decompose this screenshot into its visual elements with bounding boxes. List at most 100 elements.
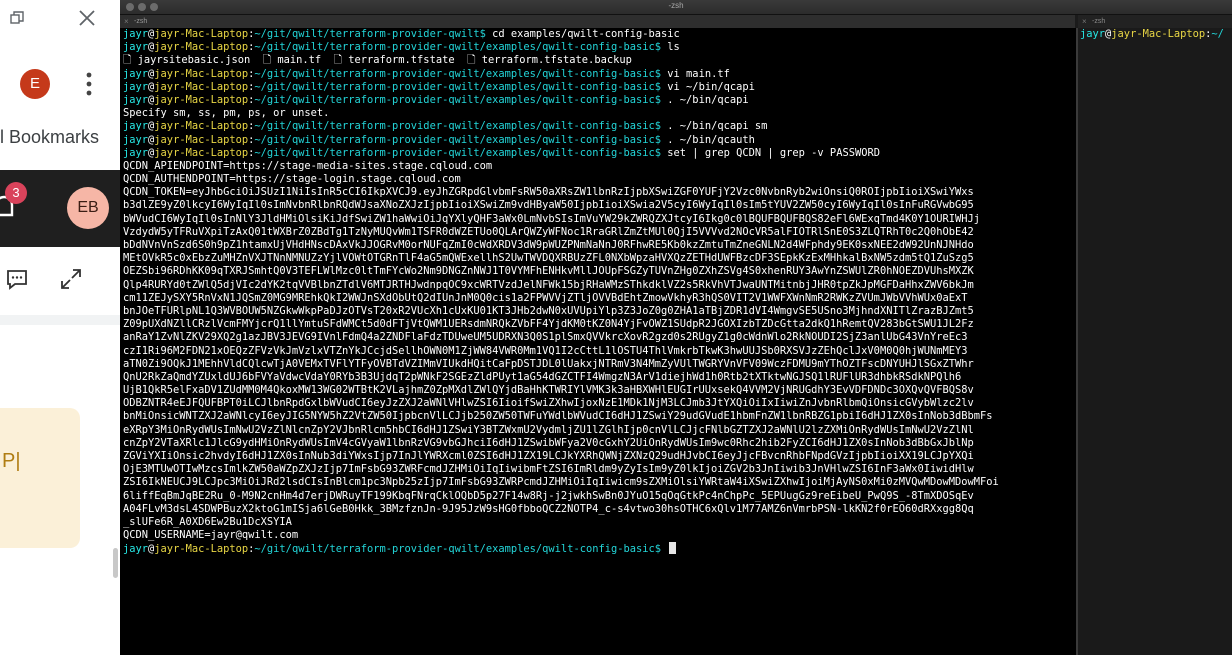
terminal-output-line: Specify sm, ss, pm, ps, or unset. (123, 107, 330, 120)
terminal-output-line: QCDN_TOKEN=eyJhbGciOiJSUzI1NiIsInR5cCI6I… (123, 186, 974, 199)
prompt-command: cd examples/qwilt-config-basic (485, 28, 680, 40)
prompt-user: jayr (1080, 28, 1106, 40)
terminal-output-line: anRaY1ZvNlZKV29XQ2g1azJBV3JEVG9IVnlFdmQ4… (123, 331, 968, 344)
prompt-path: ~/git/qwilt/terraform-provider-qwilt/exa… (254, 133, 662, 146)
terminal-pane-secondary[interactable]: jayr@jayr-Mac-Laptop:~/ (1078, 28, 1232, 655)
terminal-output-line: eXRpY3MiOnRydWUsImNwU2VzZlNlcnZpY2VJbnRl… (123, 423, 974, 436)
section-divider (0, 315, 120, 325)
terminal-cursor (669, 542, 677, 555)
terminal-prompt-line: jayr@jayr-Mac-Laptop:~/git/qwilt/terrafo… (123, 94, 1075, 107)
terminal-window: -zsh × -zsh × -zsh jayr@jayr-Mac-Laptop:… (120, 0, 1232, 655)
terminal-output-line: bnMiOnsicWNTZXJ2aWNlcyI6eyJIG5NYW5hZ2VtZ… (123, 410, 993, 423)
prompt-user: jayr (123, 133, 149, 146)
prompt-user: jayr (123, 80, 149, 93)
terminal-title: -zsh (668, 1, 684, 10)
prompt-path: ~/git/qwilt/terraform-provider-qwilt/exa… (254, 80, 662, 93)
prompt-user: jayr (123, 543, 149, 556)
prompt-path: ~/git/qwilt/terraform-provider-qwilt/exa… (254, 93, 662, 106)
terminal-output-line: bnJOeTFURlpNL1Q3WVBOUW5NZGkwWkpPaDJzOTVs… (123, 304, 974, 317)
terminal-output-line: OEZSbi96RDhKK09qTXRJSmhtQ0V3TEFLWlMzc0lt… (123, 265, 974, 278)
terminal-output-line: b3dlZE9yZ0lkcyI6WyIqIl0sImNvbnRlbnRQdWJs… (123, 199, 974, 212)
terminal-output-line: ZGViYXIiOnsic2hvdyI6dHJ1ZX0sInNub3diYWxs… (123, 450, 974, 462)
terminal-prompt-line: jayr@jayr-Mac-Laptop:~/ (1078, 28, 1232, 41)
terminal-output-line: 6liffEqBmJqBE2Ru_0-M9N2cnHm4d7erjDWRuyTF… (123, 489, 974, 502)
browser-window-fragment: E ll Bookmarks 3 EB P| (0, 0, 120, 655)
prompt-host: jayr-Mac-Laptop (154, 93, 249, 106)
terminal-prompt-line: jayr@jayr-Mac-Laptop:~/git/qwilt/terrafo… (123, 134, 1075, 147)
terminal-output-line: QCDN_AUTHENDPOINT=https://stage-login.st… (123, 173, 461, 186)
terminal-prompt-line: jayr@jayr-Mac-Laptop:~/git/qwilt/terrafo… (123, 68, 1075, 81)
prompt-user: jayr (123, 67, 149, 80)
terminal-tab[interactable]: × -zsh (120, 15, 1075, 28)
terminal-output-line: _slUFe6R_A0XD6Ew2Bu1DcXSYIA (123, 515, 292, 528)
close-icon[interactable] (78, 9, 96, 27)
terminal-prompt-line: jayr@jayr-Mac-Laptop:~/git/qwilt/terrafo… (123, 120, 1075, 133)
all-bookmarks-link[interactable]: ll Bookmarks (0, 127, 99, 148)
prompt-command: vi main.tf (661, 67, 730, 80)
terminal-titlebar: -zsh (120, 0, 1232, 15)
prompt-command: set | grep QCDN | grep -v PASSWORD (661, 146, 880, 159)
terminal-output-line: QnU2RkZaQmdYZUxldUJ6bFVYaVdwcVdaY0RYb3B3… (123, 370, 962, 383)
terminal-prompt-line: jayr@jayr-Mac-Laptop:~/git/qwilt/terrafo… (123, 147, 1075, 160)
restore-window-icon[interactable] (10, 11, 24, 25)
prompt-path: ~/git/qwilt/terraform-provider-qwilt$ (254, 28, 486, 40)
terminal-output-line: czI1Ri96M2FDN21xOEQzZFVzVkJmVzlxVTZnYkJC… (123, 344, 968, 357)
terminal-pane-main[interactable]: jayr@jayr-Mac-Laptop:~/git/qwilt/terrafo… (120, 28, 1075, 655)
tab-label: -zsh (134, 18, 148, 25)
prompt-command: . ~/bin/qcapi sm (661, 120, 768, 133)
terminal-output-line: bDdNVnVnSzd6S0h9pZ1htamxUjVHdHNscDAxVkJJ… (123, 239, 974, 251)
terminal-output-line: QCDN_USERNAME=jayr@qwilt.com (123, 529, 299, 542)
terminal-output-line: UjB1QkR5elFxaDV1ZUdMM0M4QkoxMW13WG02WTBt… (123, 384, 974, 397)
terminal-tab-bar: × -zsh × -zsh (120, 15, 1232, 28)
prompt-path: ~/ (1211, 28, 1224, 40)
terminal-output-line: 🗋 jayrsitebasic.json 🗋 main.tf 🗋 terrafo… (123, 54, 632, 67)
prompt-host: jayr-Mac-Laptop (154, 120, 249, 133)
prompt-user: jayr (123, 28, 149, 40)
prompt-command (661, 543, 667, 555)
prompt-user: jayr (123, 120, 149, 133)
terminal-prompt-line: jayr@jayr-Mac-Laptop:~/git/qwilt/terrafo… (123, 542, 1075, 555)
more-options-icon[interactable] (84, 70, 94, 98)
prompt-user: jayr (123, 93, 149, 106)
prompt-host: jayr-Mac-Laptop (154, 41, 249, 54)
prompt-user: jayr (123, 146, 149, 159)
tab-label: -zsh (1092, 18, 1106, 25)
terminal-prompt-line: jayr@jayr-Mac-Laptop:~/git/qwilt/terrafo… (123, 81, 1075, 94)
prompt-path: ~/git/qwilt/terraform-provider-qwilt/exa… (254, 41, 662, 54)
browser-scrollbar[interactable] (113, 548, 118, 578)
prompt-command: ls (661, 41, 680, 54)
prompt-path: ~/git/qwilt/terraform-provider-qwilt/exa… (254, 543, 662, 556)
notice-card (0, 408, 80, 548)
prompt-path: ~/git/qwilt/terraform-provider-qwilt/exa… (254, 120, 662, 133)
terminal-output-line: VzdydW5yTFRuVXpiTzAxQ01tWXBrZ0ZBdTg1TzNy… (123, 225, 974, 238)
notice-text-fragment: P| (2, 450, 21, 472)
notification-badge: 3 (5, 182, 27, 204)
tab-close-icon[interactable]: × (124, 15, 129, 28)
terminal-output-line: ODBZNTR4eEJFQUFBPT0iLCJlbnRpdGxlbWVudCI6… (123, 397, 974, 410)
prompt-path: ~/git/qwilt/terraform-provider-qwilt/exa… (254, 67, 662, 80)
prompt-host: jayr-Mac-Laptop (154, 67, 249, 80)
profile-avatar[interactable]: E (20, 69, 50, 99)
user-avatar[interactable]: EB (67, 187, 109, 229)
prompt-host: jayr-Mac-Laptop (154, 28, 249, 40)
prompt-command: . ~/bin/qcapi (661, 93, 749, 106)
terminal-output-line: bWVudCI6WyIqIl0sInNlY3JldHMiOlsiKiJdfSwi… (123, 212, 981, 225)
terminal-tab[interactable]: × -zsh (1078, 15, 1232, 28)
prompt-host: jayr-Mac-Laptop (154, 543, 249, 556)
prompt-user: jayr (123, 41, 149, 54)
prompt-path: ~/git/qwilt/terraform-provider-qwilt/exa… (254, 146, 662, 159)
prompt-host: jayr-Mac-Laptop (154, 146, 249, 159)
terminal-output-line: aTN0Zi9OQkJ1MEhhVldCQlcwTjA0VEMxTVFlYTFy… (123, 357, 974, 370)
prompt-host: jayr-Mac-Laptop (1111, 28, 1206, 40)
terminal-output-line: Qlp4RURYd0tZWlQ5djVIc2dYK2tqVVBlbnZTdlV6… (123, 278, 974, 291)
terminal-output-line: MEtOVkR5c0xEbzZuMHZnVXJTNnNMNUZzYjlVOWtO… (123, 252, 974, 265)
expand-icon[interactable] (60, 268, 82, 290)
prompt-host: jayr-Mac-Laptop (154, 80, 249, 93)
terminal-output-line: cm11ZEJySXY5RnVxN1JQSmZ0MG9MREhkQkI2WWJn… (123, 291, 968, 304)
terminal-prompt-line: jayr@jayr-Mac-Laptop:~/git/qwilt/terrafo… (123, 28, 1075, 41)
terminal-prompt-line: jayr@jayr-Mac-Laptop:~/git/qwilt/terrafo… (123, 41, 1075, 54)
terminal-output-line: A04FLvM3dsL4SDWPBuzX2ktoG1mISja6lGeB0Hkk… (123, 502, 974, 515)
chat-icon[interactable] (6, 268, 28, 290)
terminal-output-line: ZSI6IkNEUCJ9LCJpc3MiOiJRd2lsdCIsInBlcm1p… (123, 476, 999, 489)
tab-close-icon[interactable]: × (1082, 15, 1087, 28)
